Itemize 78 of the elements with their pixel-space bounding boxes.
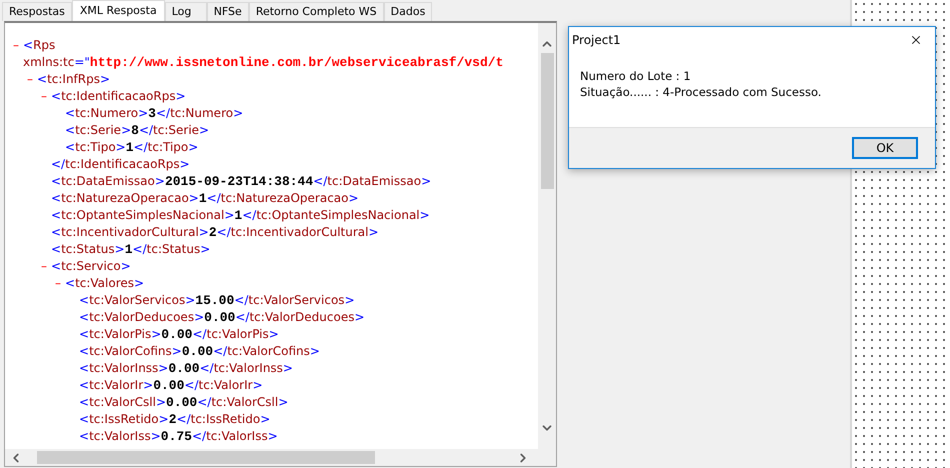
xml-value: 2015-09-23T14:38:44 bbox=[164, 173, 314, 190]
xml-value: 1 bbox=[126, 139, 134, 156]
xml-open-tag: <tc:InfRps> bbox=[37, 71, 110, 88]
close-icon[interactable] bbox=[909, 33, 923, 47]
xml-open-tag: <tc:ValorServicos> bbox=[79, 292, 196, 309]
xml-close-tag: </tc:IdentificacaoRps> bbox=[51, 156, 190, 173]
xml-value: 1 bbox=[198, 190, 207, 207]
xml-close-tag: </tc:ValorCofins> bbox=[213, 343, 320, 360]
xml-open-tag: <tc:Tipo> bbox=[65, 139, 126, 156]
xml-value: 8 bbox=[131, 122, 139, 139]
xml-attribute-value: http://www.issnetonline.com.br/webserviceabrasf/vsd/t bbox=[90, 54, 504, 71]
xml-value: 2 bbox=[168, 411, 177, 428]
collapse-toggle[interactable]: – bbox=[55, 275, 61, 292]
xml-open-tag: <tc:IssRetido> bbox=[79, 411, 169, 428]
tab[interactable]: XML Resposta bbox=[72, 0, 165, 21]
tab[interactable]: NFSe bbox=[206, 2, 249, 21]
xml-close-tag: </tc:ValorIss> bbox=[192, 428, 278, 445]
xml-close-tag: </tc:Serie> bbox=[138, 122, 210, 139]
xml-open-tag: <Rps bbox=[23, 37, 56, 54]
xml-open-tag: <tc:DataEmissao> bbox=[51, 173, 165, 190]
xml-open-tag: <tc:Status> bbox=[51, 241, 125, 258]
dialog-message-line: Numero do Lote : 1 bbox=[580, 68, 692, 84]
xml-open-tag: <tc:ValorIss> bbox=[79, 428, 161, 445]
xml-open-tag: <tc:ValorIr> bbox=[79, 377, 154, 394]
xml-close-tag: </tc:NaturezaOperacao> bbox=[206, 190, 359, 207]
xml-open-tag: <tc:Servico> bbox=[51, 258, 131, 275]
xml-value: 2 bbox=[208, 224, 217, 241]
xml-close-tag: </tc:DataEmissao> bbox=[313, 173, 432, 190]
ok-button[interactable]: OK bbox=[852, 137, 918, 159]
xml-close-tag: </tc:Status> bbox=[132, 241, 210, 258]
xml-attribute-name: xmlns:tc bbox=[23, 54, 74, 71]
collapse-toggle[interactable]: – bbox=[41, 88, 47, 105]
xml-close-tag: </tc:Numero> bbox=[156, 105, 244, 122]
xml-close-tag: </tc:IssRetido> bbox=[176, 411, 270, 428]
xml-open-tag: <tc:OptanteSimplesNacional> bbox=[51, 207, 234, 224]
xml-open-tag: <tc:NaturezaOperacao> bbox=[51, 190, 199, 207]
xml-open-tag: <tc:IncentivadorCultural> bbox=[51, 224, 209, 241]
xml-value: 15.00 bbox=[195, 292, 234, 309]
xml-value: 0.75 bbox=[160, 428, 192, 445]
xml-open-tag: <tc:ValorPis> bbox=[79, 326, 162, 343]
collapse-toggle[interactable]: – bbox=[27, 71, 33, 88]
tab[interactable]: Log bbox=[164, 2, 207, 21]
dialog-message-line: Situação...... : 4-Processado com Sucesso. bbox=[580, 84, 822, 100]
xml-close-tag: </tc:ValorIr> bbox=[184, 377, 263, 394]
xml-close-tag: </tc:IncentivadorCultural> bbox=[216, 224, 379, 241]
vertical-scrollbar[interactable] bbox=[538, 23, 556, 449]
dialog-title: Project1 bbox=[572, 32, 621, 49]
xml-open-tag: <tc:Serie> bbox=[65, 122, 132, 139]
xml-open-tag: <tc:ValorInss> bbox=[79, 360, 168, 377]
xml-open-tag: <tc:ValorCofins> bbox=[79, 343, 182, 360]
xml-value: 1 bbox=[234, 207, 242, 224]
xml-close-tag: </tc:ValorPis> bbox=[192, 326, 279, 343]
xml-close-tag: </tc:OptanteSimplesNacional> bbox=[242, 207, 430, 224]
tab[interactable]: Dados bbox=[384, 2, 432, 21]
xml-close-tag: </tc:ValorDeducoes> bbox=[235, 309, 365, 326]
xml-close-tag: </tc:ValorServicos> bbox=[234, 292, 355, 309]
tab[interactable]: Respostas bbox=[2, 2, 72, 21]
xml-open-tag: <tc:IdentificacaoRps> bbox=[51, 88, 186, 105]
tab[interactable]: Retorno Completo WS bbox=[248, 2, 384, 21]
horizontal-scrollbar[interactable] bbox=[5, 449, 556, 466]
xml-open-tag: <tc:ValorDeducoes> bbox=[79, 309, 204, 326]
xml-open-tag: <tc:Numero> bbox=[65, 105, 148, 122]
xml-attribute-separator: =" bbox=[74, 54, 90, 71]
xml-value: 0.00 bbox=[182, 343, 214, 360]
xml-open-tag: <tc:ValorCsll> bbox=[79, 394, 166, 411]
collapse-toggle[interactable]: – bbox=[13, 37, 19, 54]
xml-value: 0.00 bbox=[168, 360, 200, 377]
xml-close-tag: </tc:ValorCsll> bbox=[197, 394, 288, 411]
xml-value: 0.00 bbox=[153, 377, 184, 394]
xml-open-tag: <tc:Valores> bbox=[65, 275, 144, 292]
xml-value: 0.00 bbox=[161, 326, 192, 343]
xml-close-tag: </tc:ValorInss> bbox=[200, 360, 293, 377]
xml-value: 0.00 bbox=[204, 309, 236, 326]
xml-value: 1 bbox=[124, 241, 133, 258]
xml-value: 3 bbox=[148, 105, 156, 122]
xml-close-tag: </tc:Tipo> bbox=[134, 139, 198, 156]
collapse-toggle[interactable]: – bbox=[41, 258, 47, 275]
xml-value: 0.00 bbox=[166, 394, 198, 411]
